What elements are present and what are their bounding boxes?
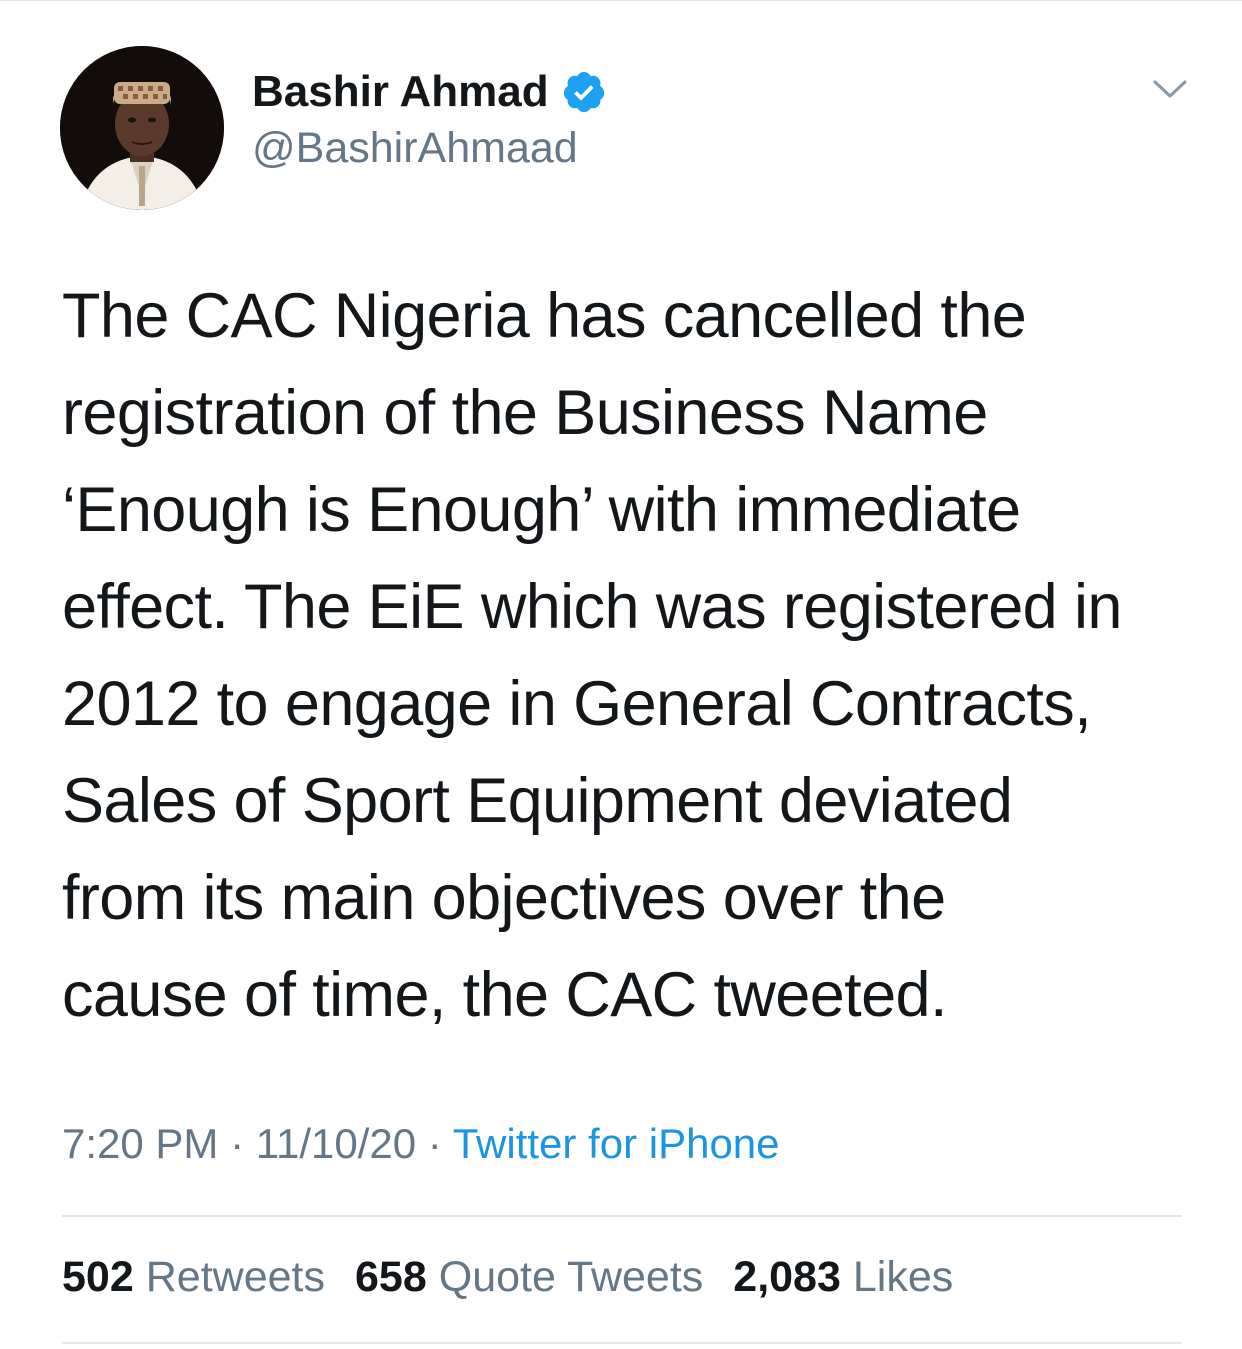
likes-count: 2,083 <box>733 1253 841 1301</box>
verified-badge-icon <box>561 69 607 115</box>
likes-label: Likes <box>852 1253 954 1301</box>
tweet-text: The CAC Nigeria has cancelled the regist… <box>62 281 1122 1030</box>
author-handle[interactable]: @BashirAhmaad <box>252 124 578 173</box>
tweet-detail: Bashir Ahmad @BashirAhmaad The CAC Niger… <box>0 0 1242 1349</box>
profile-photo-icon <box>60 46 224 210</box>
retweets-stat[interactable]: 502 Retweets <box>62 1253 325 1302</box>
tweet-date: 11/10/20 <box>255 1120 417 1167</box>
meta-separator: · <box>416 1120 453 1167</box>
tweet-source-link[interactable]: Twitter for iPhone <box>453 1120 780 1167</box>
display-name[interactable]: Bashir Ahmad <box>252 67 549 117</box>
quote-tweets-count: 658 <box>355 1253 427 1301</box>
divider <box>62 1215 1182 1217</box>
chevron-down-icon <box>1153 80 1187 98</box>
top-divider <box>0 0 1242 1</box>
quote-tweets-label: Quote Tweets <box>438 1253 704 1301</box>
retweets-label: Retweets <box>145 1253 325 1301</box>
tweet-stats: 502 Retweets 658 Quote Tweets 2,083 Likes <box>62 1253 983 1302</box>
tweet-menu-button[interactable] <box>1150 74 1190 104</box>
tweet-time: 7:20 PM <box>62 1120 219 1167</box>
retweets-count: 502 <box>62 1253 134 1301</box>
tweet-meta: 7:20 PM · 11/10/20 · Twitter for iPhone <box>62 1120 780 1168</box>
likes-stat[interactable]: 2,083 Likes <box>733 1253 953 1302</box>
author-name-row[interactable]: Bashir Ahmad <box>252 64 607 120</box>
divider <box>62 1342 1182 1344</box>
quote-tweets-stat[interactable]: 658 Quote Tweets <box>355 1253 703 1302</box>
avatar[interactable] <box>60 46 224 210</box>
meta-separator: · <box>218 1120 256 1167</box>
